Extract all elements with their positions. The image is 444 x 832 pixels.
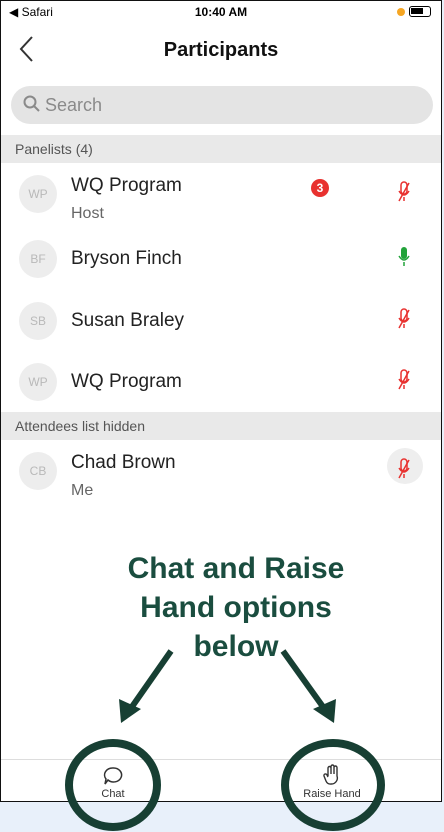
chat-highlight-circle — [65, 739, 161, 831]
raise-hand-highlight-circle — [281, 739, 385, 831]
annotation-arrows — [119, 649, 336, 723]
phone-screen: ◀ Safari 10:40 AM Participants Search Pa… — [0, 0, 442, 831]
